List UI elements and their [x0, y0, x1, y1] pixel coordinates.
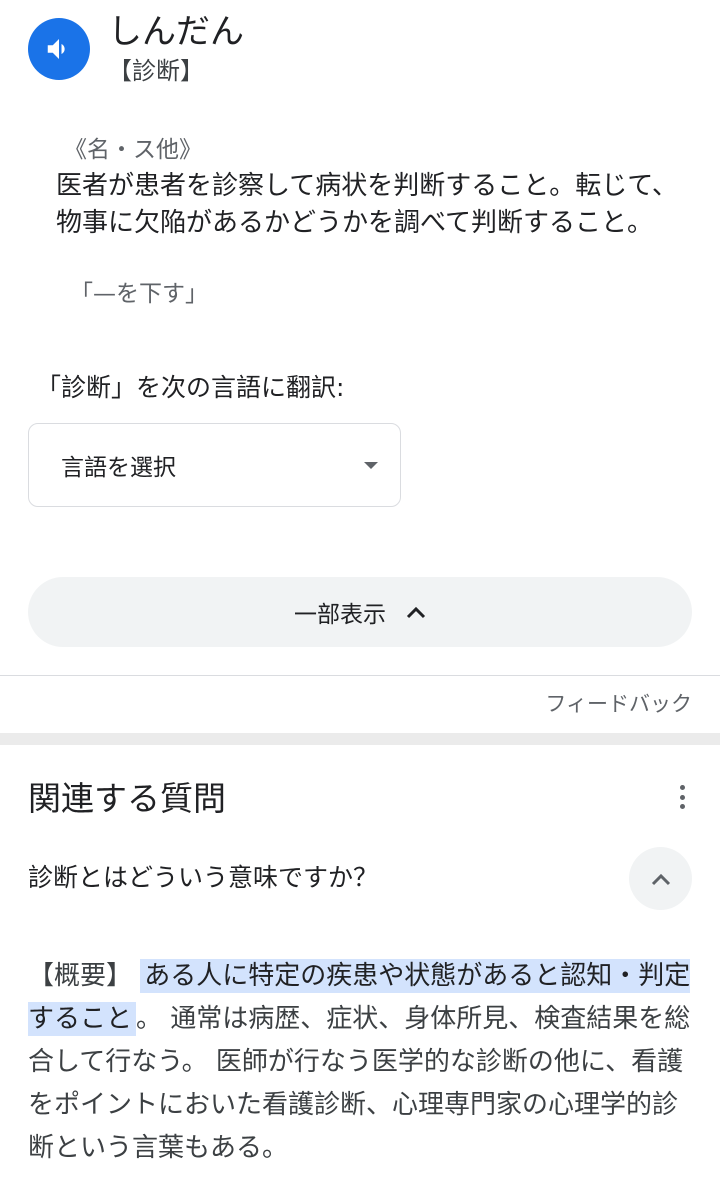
entry-kanji: 【診断】 — [108, 57, 204, 85]
definition-text: 医者が患者を診察して病状を判断すること。転じて、物事に欠陥があるかどうかを調べて… — [56, 171, 678, 238]
divider — [0, 675, 720, 676]
caret-down-icon — [364, 462, 378, 469]
section-separator — [0, 733, 720, 745]
example-text: 「—を下す」 — [70, 281, 208, 307]
related-question[interactable]: 診断とはどういう意味ですか？ — [28, 860, 378, 896]
volume-icon — [47, 39, 65, 59]
part-of-speech: 《名・ス他》 — [64, 137, 202, 163]
show-less-label: 一部表示 — [294, 602, 386, 628]
answer-label: 【概要】 — [28, 961, 133, 991]
feedback-link[interactable]: フィードバック — [545, 688, 692, 720]
related-questions-title: 関連する質問 — [28, 779, 226, 818]
chevron-up-icon — [651, 873, 670, 885]
language-select[interactable]: 言語を選択 — [28, 423, 401, 507]
language-select-value: 言語を選択 — [61, 455, 176, 481]
translate-label: 「診断」を次の言語に翻訳: — [36, 373, 345, 402]
show-less-button[interactable]: 一部表示 — [28, 577, 692, 647]
pronunciation-button[interactable] — [28, 18, 90, 80]
chevron-up-icon — [406, 606, 426, 619]
more-vert-icon[interactable] — [672, 782, 692, 812]
entry-reading: しんだん — [108, 12, 244, 52]
related-answer: 【概要】 ある人に特定の疾患や状態があると認知・判定すること。 通常は病歴、症状… — [28, 955, 698, 1170]
collapse-button[interactable] — [629, 847, 692, 910]
